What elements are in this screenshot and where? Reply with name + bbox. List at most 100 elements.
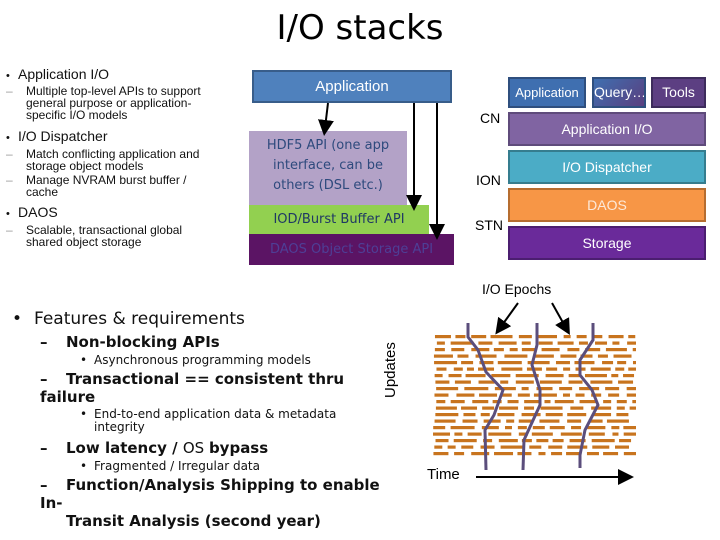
update-dash — [434, 335, 451, 339]
update-dash — [454, 432, 463, 436]
update-dash — [435, 439, 449, 443]
update-dash — [533, 393, 557, 397]
epoch-pointer-arrow — [495, 302, 519, 335]
update-dash — [588, 432, 605, 436]
epoch-pointer-arrow — [551, 302, 570, 335]
update-dash — [612, 341, 620, 345]
update-dash — [517, 393, 530, 397]
update-dash — [567, 445, 588, 449]
update-dash — [434, 348, 445, 352]
update-dash — [465, 374, 486, 378]
update-dash — [554, 400, 574, 404]
update-dash — [539, 380, 562, 384]
update-dash — [616, 413, 629, 417]
update-dash — [472, 400, 489, 404]
update-dash — [626, 393, 636, 397]
update-dash — [538, 452, 546, 456]
update-dash — [478, 380, 495, 384]
update-dash — [482, 406, 495, 410]
update-dash — [590, 367, 611, 371]
update-dash — [497, 361, 522, 365]
update-dash — [595, 341, 608, 345]
update-dash — [551, 452, 563, 456]
update-dash — [524, 400, 540, 404]
update-dash — [616, 400, 627, 404]
update-dash — [566, 452, 581, 456]
update-dash — [597, 354, 608, 358]
update-dash — [605, 387, 620, 391]
update-dash — [433, 452, 449, 456]
update-dash — [629, 406, 636, 410]
update-dash — [632, 361, 636, 365]
update-dash — [521, 348, 535, 352]
update-dash — [478, 341, 493, 345]
update-dash — [433, 432, 451, 436]
update-dash — [480, 413, 490, 417]
update-dash — [592, 445, 610, 449]
update-dash — [434, 361, 458, 365]
update-dash — [500, 445, 523, 449]
update-dash — [506, 419, 515, 423]
update-dash — [552, 439, 564, 443]
update-dash — [435, 406, 457, 410]
update-dash — [466, 367, 474, 371]
update-dash — [611, 426, 620, 430]
update-dash — [602, 361, 614, 365]
update-dash — [570, 406, 584, 410]
update-dash — [557, 341, 574, 345]
update-dash — [623, 452, 636, 456]
update-dash — [574, 361, 595, 365]
update-dash — [488, 432, 512, 436]
update-dash — [579, 400, 596, 404]
update-dash — [539, 419, 560, 423]
update-dash — [555, 361, 570, 365]
update-dash — [615, 367, 625, 371]
update-dash — [590, 380, 613, 384]
update-dash — [433, 354, 453, 358]
update-dash — [504, 354, 528, 358]
update-dash — [584, 374, 607, 378]
update-dash — [545, 413, 563, 417]
update-dash — [467, 432, 482, 436]
update-dash — [567, 419, 582, 423]
update-dash — [612, 432, 619, 436]
update-dash — [587, 426, 606, 430]
update-dash — [575, 393, 585, 397]
update-dash — [499, 406, 519, 410]
update-dash — [461, 361, 474, 365]
update-dash — [434, 419, 456, 423]
update-dash — [450, 426, 475, 430]
update-dash — [538, 341, 553, 345]
update-dash — [453, 367, 463, 371]
update-dash — [559, 387, 573, 391]
update-dash — [497, 413, 515, 417]
update-dash — [623, 426, 636, 430]
update-dash — [567, 348, 580, 352]
update-dash — [618, 380, 634, 384]
update-dash — [616, 406, 625, 410]
update-dash — [434, 445, 443, 449]
update-dash — [567, 413, 587, 417]
update-dash — [498, 341, 517, 345]
update-dash — [515, 380, 534, 384]
update-dash — [471, 348, 490, 352]
update-dash — [560, 354, 577, 358]
update-dash — [628, 367, 636, 371]
update-dash — [611, 374, 619, 378]
update-dash — [436, 367, 447, 371]
update-dash — [628, 335, 636, 339]
update-dash — [568, 380, 583, 384]
update-dash — [560, 432, 582, 436]
update-dash — [606, 419, 629, 423]
update-dash — [509, 348, 518, 352]
update-dash — [531, 432, 553, 436]
update-dash — [545, 374, 564, 378]
update-dash — [493, 348, 504, 352]
update-dash — [619, 439, 632, 443]
update-dash — [491, 374, 511, 378]
update-dash — [471, 335, 487, 339]
update-dash — [578, 341, 588, 345]
update-dash — [463, 413, 476, 417]
update-dash — [461, 445, 474, 449]
update-dash — [521, 341, 531, 345]
